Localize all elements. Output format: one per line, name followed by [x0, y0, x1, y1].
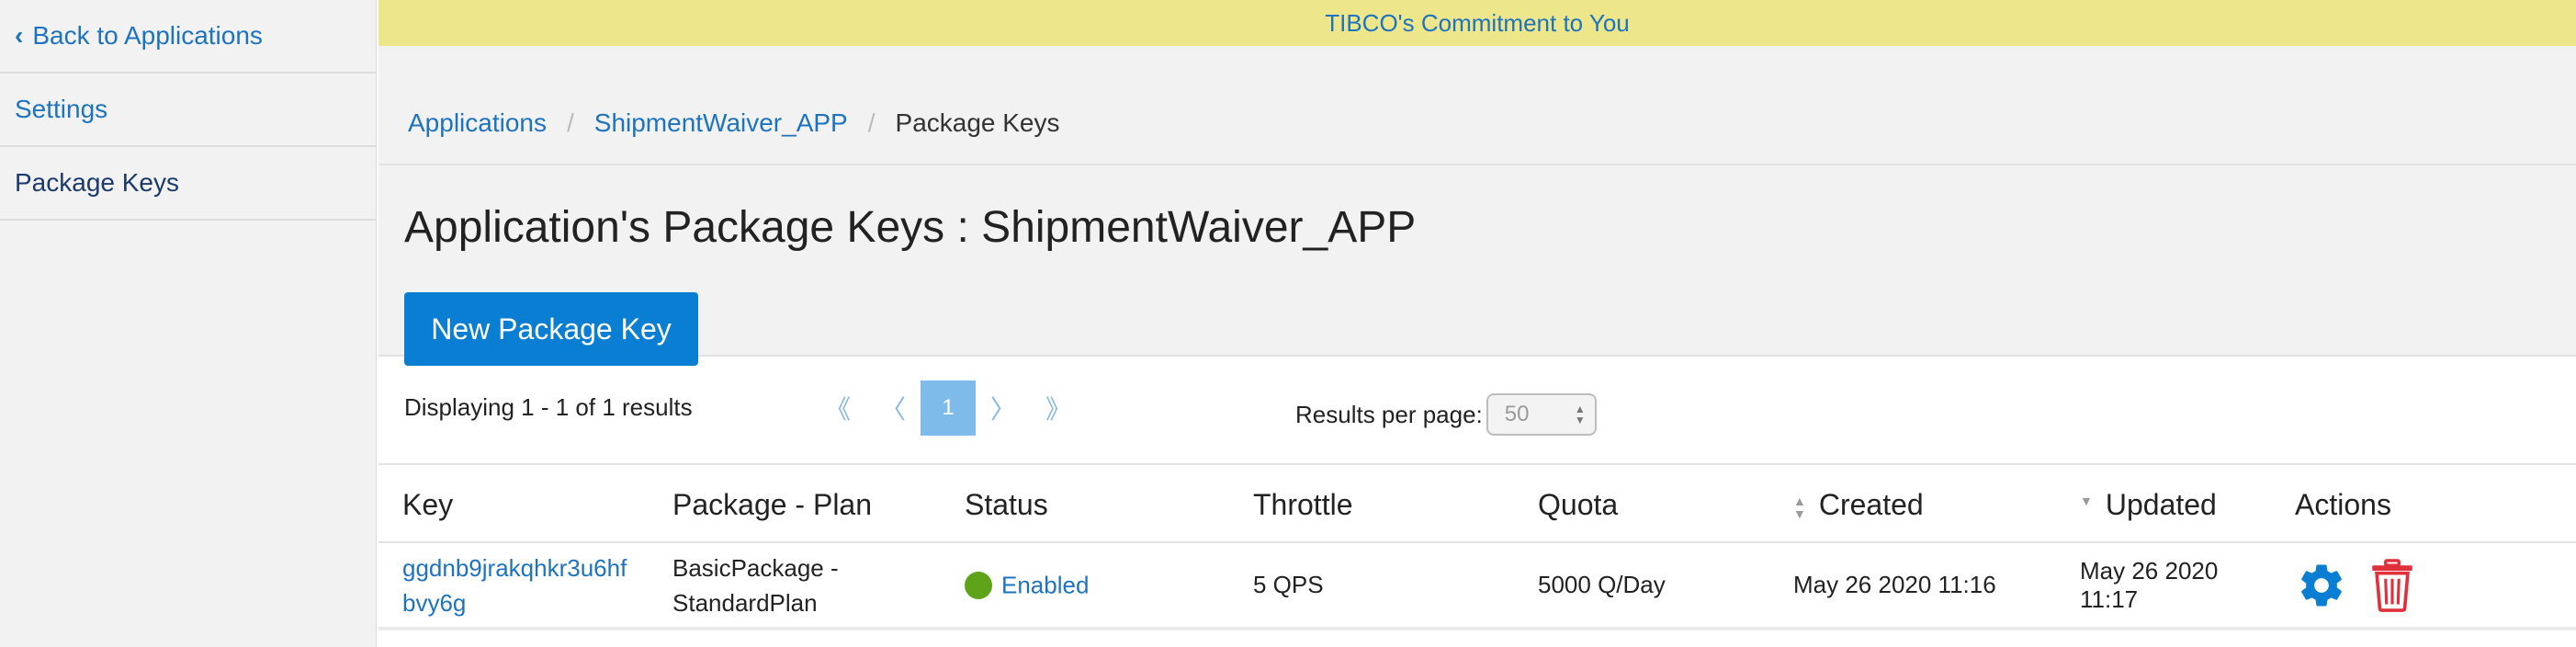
spinner-arrows-icon: ▲ ▼	[1574, 403, 1586, 426]
column-header-plan: Package - Plan	[660, 465, 944, 543]
breadcrumb-applications[interactable]: Applications	[408, 108, 547, 138]
trash-icon[interactable]	[2369, 558, 2415, 612]
actions-cell	[2271, 542, 2576, 630]
page-number-current[interactable]: 1	[921, 380, 976, 436]
plan-cell: BasicPackage - StandardPlan	[660, 542, 944, 630]
sidebar-item-settings[interactable]: Settings	[0, 74, 376, 147]
status-link[interactable]: Enabled	[1001, 572, 1089, 599]
breadcrumb-application[interactable]: ShipmentWaiver_APP	[594, 108, 848, 138]
results-per-page: Results per page: 50 ▲ ▼	[1295, 393, 1597, 436]
divider	[378, 164, 2576, 165]
created-label: Created	[1818, 488, 1924, 521]
table-row: ggdnb9jrakqhkr3u6hf bvy6g BasicPackage -…	[378, 542, 2576, 630]
sort-both-icon: ▲ ▼	[1793, 493, 1806, 521]
key-cell: ggdnb9jrakqhkr3u6hf bvy6g	[378, 542, 660, 630]
results-count: Displaying 1 - 1 of 1 results	[404, 393, 693, 421]
results-per-page-input[interactable]: 50 ▲ ▼	[1486, 393, 1597, 436]
column-header-created[interactable]: ▲ ▼ Created	[1793, 465, 2047, 543]
results-per-page-value: 50	[1504, 402, 1530, 426]
commitment-banner: TIBCO's Commitment to You	[378, 0, 2576, 46]
new-package-key-button[interactable]: New Package Key	[404, 292, 698, 366]
sidebar: ‹ Back to Applications Settings Package …	[0, 0, 377, 647]
back-to-applications-link[interactable]: ‹ Back to Applications	[0, 0, 376, 74]
plan-line: StandardPlan	[672, 588, 818, 617]
next-page-button[interactable]: 〉	[976, 380, 1031, 436]
updated-cell: May 26 2020 11:17	[2047, 542, 2271, 630]
gear-icon[interactable]	[2297, 561, 2346, 610]
column-header-updated[interactable]: ▼ Updated	[2047, 465, 2271, 543]
status-enabled-icon	[965, 572, 992, 600]
package-key-link[interactable]: ggdnb9jrakqhkr3u6hf bvy6g	[402, 551, 660, 620]
created-cell: May 26 2020 11:16	[1793, 542, 2047, 630]
breadcrumb-separator: /	[566, 108, 574, 137]
throttle-cell: 5 QPS	[1231, 542, 1518, 630]
column-header-key: Key	[378, 465, 660, 543]
back-label: Back to Applications	[32, 21, 263, 50]
column-header-actions: Actions	[2271, 465, 2576, 543]
sort-desc-icon: ▼	[2080, 493, 2093, 508]
breadcrumb-current: Package Keys	[895, 108, 1060, 137]
page-header: Applications / ShipmentWaiver_APP / Pack…	[378, 46, 2576, 366]
quota-cell: 5000 Q/Day	[1518, 542, 1793, 630]
first-page-button[interactable]: 《	[810, 380, 865, 436]
key-line: bvy6g	[402, 588, 467, 617]
breadcrumb-separator: /	[867, 108, 876, 137]
key-line: ggdnb9jrakqhkr3u6hf	[402, 553, 627, 582]
pagination-bar: Displaying 1 - 1 of 1 results 《 〈 1 〉 》 …	[378, 357, 2576, 465]
updated-label: Updated	[2105, 488, 2217, 521]
chevron-left-icon: ‹	[15, 21, 24, 50]
package-keys-table: Key Package - Plan Status Throttle Quota…	[378, 465, 2576, 630]
main-content: TIBCO's Commitment to You Applications /…	[378, 0, 2576, 647]
sidebar-item-package-keys[interactable]: Package Keys	[0, 147, 376, 221]
commitment-link[interactable]: TIBCO's Commitment to You	[1325, 9, 1630, 38]
last-page-button[interactable]: 》	[1031, 380, 1086, 436]
status-cell: Enabled	[944, 542, 1231, 630]
column-header-throttle: Throttle	[1231, 465, 1518, 543]
breadcrumb: Applications / ShipmentWaiver_APP / Pack…	[408, 108, 1060, 138]
results-per-page-label: Results per page:	[1295, 400, 1483, 428]
prev-page-button[interactable]: 〈	[865, 380, 921, 436]
plan-text: BasicPackage - StandardPlan	[672, 551, 944, 620]
pager: 《 〈 1 〉 》	[810, 380, 1086, 436]
column-header-quota: Quota	[1518, 465, 1793, 543]
plan-line: BasicPackage -	[672, 553, 839, 582]
column-header-status: Status	[944, 465, 1231, 543]
page-title: Application's Package Keys : ShipmentWai…	[404, 203, 1417, 252]
table-header-row: Key Package - Plan Status Throttle Quota…	[378, 465, 2576, 543]
